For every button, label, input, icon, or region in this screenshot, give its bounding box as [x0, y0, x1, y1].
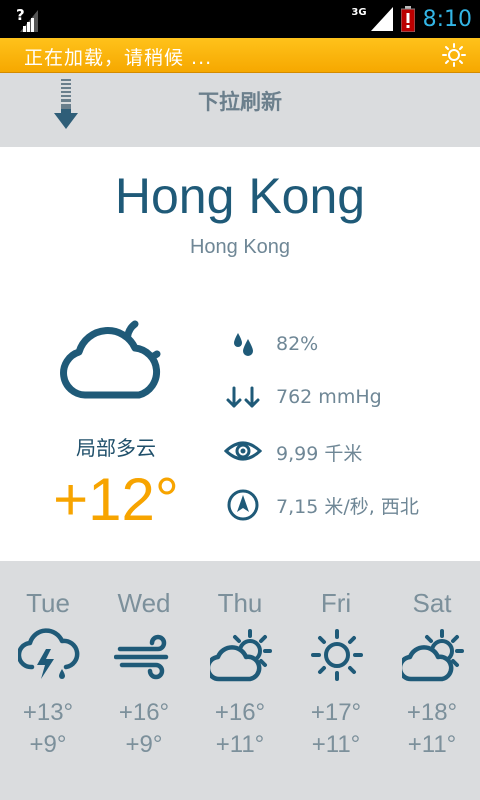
signal-icon — [370, 7, 393, 31]
forecast-high: +18° — [406, 699, 458, 726]
forecast-day-name: Wed — [117, 588, 171, 618]
loading-text: 正在加载，请稍候 ... — [24, 47, 213, 69]
forecast-high: +13° — [22, 699, 74, 726]
sunny-icon — [306, 627, 368, 683]
forecast-strip: Tue +13° +9° Wed +16° +9° Thu +16° +11° … — [0, 561, 480, 800]
forecast-high: +16° — [214, 699, 266, 726]
wind-value: 7,15 米/秒, 西北 — [276, 496, 419, 518]
pressure-value: 762 mmHg — [276, 386, 382, 408]
thunderstorm-icon — [18, 627, 80, 683]
forecast-day[interactable]: Fri +17° +11° — [288, 561, 384, 800]
network-type: 3G — [351, 6, 367, 18]
forecast-low: +11° — [407, 731, 457, 758]
pull-to-refresh-label: 下拉刷新 — [198, 90, 282, 114]
current-temperature: +12° — [53, 466, 179, 533]
region-name: Hong Kong — [189, 236, 291, 258]
visibility-value: 9,99 千米 — [276, 443, 363, 465]
sun-icon — [442, 43, 466, 67]
humidity-icon — [224, 329, 262, 361]
pull-to-refresh[interactable]: 下拉刷新 — [0, 73, 480, 147]
forecast-day[interactable]: Sat +18° +11° — [384, 561, 480, 800]
battery-alert-icon — [400, 6, 415, 32]
loading-banner: 正在加载，请稍候 ... — [0, 38, 480, 73]
forecast-day-name: Fri — [320, 588, 352, 618]
forecast-low: +11° — [311, 731, 361, 758]
svg-text:?: ? — [16, 6, 25, 24]
forecast-day[interactable]: Thu +16° +11° — [192, 561, 288, 800]
forecast-day[interactable]: Tue +13° +9° — [0, 561, 96, 800]
compass-icon — [224, 488, 262, 521]
forecast-high: +16° — [118, 699, 170, 726]
forecast-low: +9° — [125, 731, 163, 758]
weather-condition: 局部多云 — [76, 436, 156, 460]
wind-icon — [114, 627, 176, 683]
forecast-day-name: Thu — [217, 588, 263, 618]
partly-cloudy-icon — [210, 627, 272, 683]
eye-icon — [224, 435, 262, 467]
forecast-low: +11° — [215, 731, 265, 758]
partly-cloudy-night-icon — [57, 310, 167, 405]
no-sim-signal-icon: ? — [16, 6, 42, 32]
status-bar: ? 3G 8:10 — [0, 0, 480, 38]
forecast-high: +17° — [310, 699, 362, 726]
forecast-day[interactable]: Wed +16° +9° — [96, 561, 192, 800]
forecast-day-name: Sat — [412, 588, 452, 618]
clock: 8:10 — [422, 6, 472, 32]
partly-cloudy-icon — [402, 627, 464, 683]
pressure-icon — [224, 382, 262, 414]
current-weather-panel: Hong Kong Hong Kong 局部多云 +12° 82% 762 mm… — [0, 147, 480, 561]
city-name: Hong Kong — [114, 168, 366, 224]
humidity-value: 82% — [276, 333, 319, 355]
forecast-day-name: Tue — [26, 588, 70, 618]
forecast-low: +9° — [29, 731, 67, 758]
